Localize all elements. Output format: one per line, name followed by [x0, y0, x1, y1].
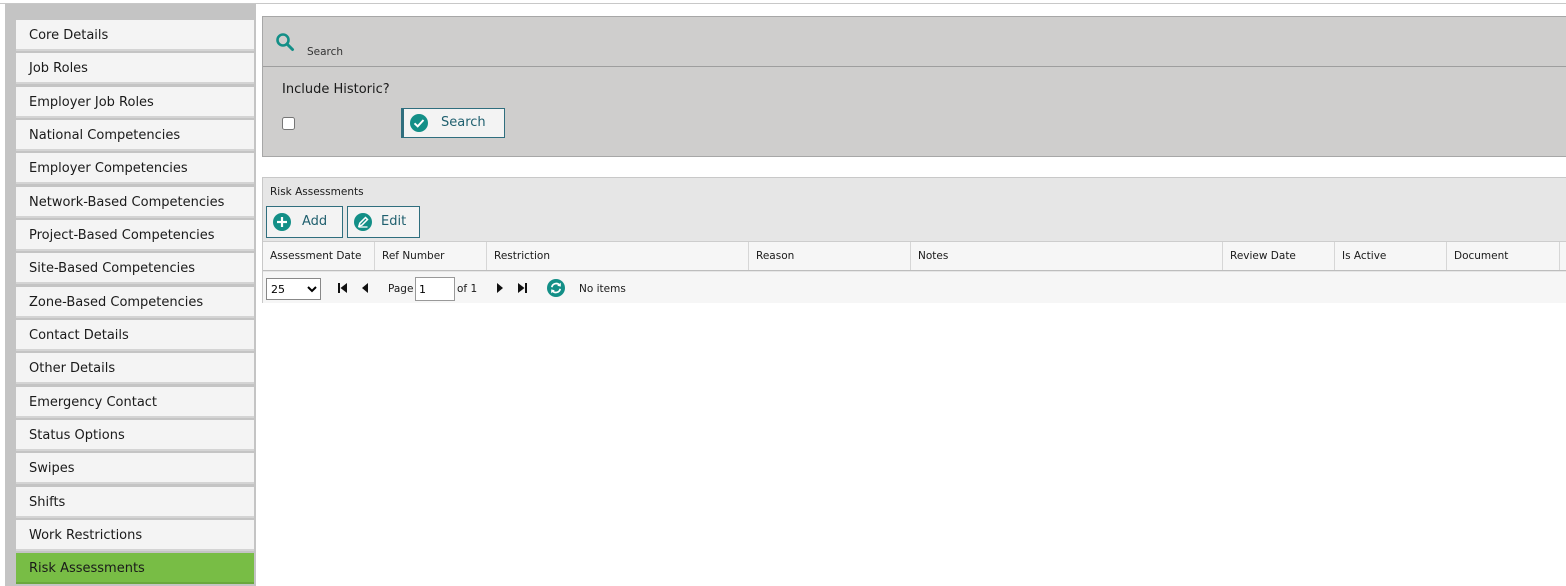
- last-page-icon[interactable]: [515, 280, 529, 294]
- pencil-circle-icon: [354, 213, 372, 231]
- include-historic-checkbox[interactable]: [282, 117, 295, 130]
- column-header-restriction[interactable]: Restriction: [487, 242, 749, 270]
- sidebar-item-swipes[interactable]: Swipes: [16, 453, 254, 484]
- grid-pager: 25 Page of 1: [263, 272, 1566, 303]
- risk-assessments-grid: Risk Assessments Add Edit Assessment Dat…: [262, 177, 1566, 303]
- next-page-icon[interactable]: [493, 280, 507, 294]
- edit-button-label: Edit: [381, 214, 407, 229]
- sidebar-item-other-details[interactable]: Other Details: [16, 353, 254, 384]
- sidebar-item-employer-job-roles[interactable]: Employer Job Roles: [16, 87, 254, 118]
- sidebar-item-site-based-competencies[interactable]: Site-Based Competencies: [16, 253, 254, 284]
- sidebar-item-shifts[interactable]: Shifts: [16, 487, 254, 518]
- column-header-notes[interactable]: Notes: [911, 242, 1223, 270]
- sidebar-item-emergency-contact[interactable]: Emergency Contact: [16, 387, 254, 418]
- search-panel-title: Search: [307, 46, 344, 58]
- edit-button[interactable]: Edit: [347, 206, 420, 238]
- column-header-is-active[interactable]: Is Active: [1335, 242, 1447, 270]
- page-size-select[interactable]: 25: [266, 278, 321, 300]
- add-button-label: Add: [302, 214, 328, 229]
- include-historic-label: Include Historic?: [282, 82, 390, 97]
- grid-column-headers: Assessment Date Ref Number Restriction R…: [263, 241, 1566, 271]
- search-panel: Search Include Historic? Search: [262, 16, 1566, 157]
- sidebar-item-zone-based-competencies[interactable]: Zone-Based Competencies: [16, 287, 254, 318]
- sidebar-nav: Core Details Job Roles Employer Job Role…: [5, 4, 256, 586]
- search-icon: [275, 32, 295, 52]
- pager-status: No items: [579, 283, 626, 295]
- page-label: Page: [388, 283, 414, 295]
- sidebar-item-status-options[interactable]: Status Options: [16, 420, 254, 451]
- sidebar-item-job-roles[interactable]: Job Roles: [16, 53, 254, 84]
- page-number-input[interactable]: [415, 277, 455, 301]
- search-button-label: Search: [441, 115, 486, 130]
- column-header-ref-number[interactable]: Ref Number: [375, 242, 487, 270]
- plus-circle-icon: [273, 213, 291, 231]
- sidebar-item-risk-assessments[interactable]: Risk Assessments: [16, 553, 254, 584]
- search-button[interactable]: Search: [401, 108, 505, 138]
- sidebar-item-work-restrictions[interactable]: Work Restrictions: [16, 520, 254, 551]
- sidebar-item-core-details[interactable]: Core Details: [16, 20, 254, 51]
- sidebar-item-employer-competencies[interactable]: Employer Competencies: [16, 153, 254, 184]
- sidebar-item-network-based-competencies[interactable]: Network-Based Competencies: [16, 187, 254, 218]
- search-panel-header: Search: [263, 17, 1566, 67]
- grid-title: Risk Assessments: [270, 186, 364, 198]
- column-header-review-date[interactable]: Review Date: [1223, 242, 1335, 270]
- refresh-icon[interactable]: [547, 279, 565, 297]
- column-header-document[interactable]: Document: [1447, 242, 1560, 270]
- column-header-assessment-date[interactable]: Assessment Date: [263, 242, 375, 270]
- check-circle-icon: [410, 114, 428, 132]
- sidebar-item-contact-details[interactable]: Contact Details: [16, 320, 254, 351]
- add-button[interactable]: Add: [266, 206, 343, 238]
- page-count-label: of 1: [457, 283, 478, 295]
- column-header-reason[interactable]: Reason: [749, 242, 911, 270]
- sidebar-item-project-based-competencies[interactable]: Project-Based Competencies: [16, 220, 254, 251]
- sidebar-item-national-competencies[interactable]: National Competencies: [16, 120, 254, 151]
- first-page-icon[interactable]: [336, 280, 350, 294]
- previous-page-icon[interactable]: [359, 280, 373, 294]
